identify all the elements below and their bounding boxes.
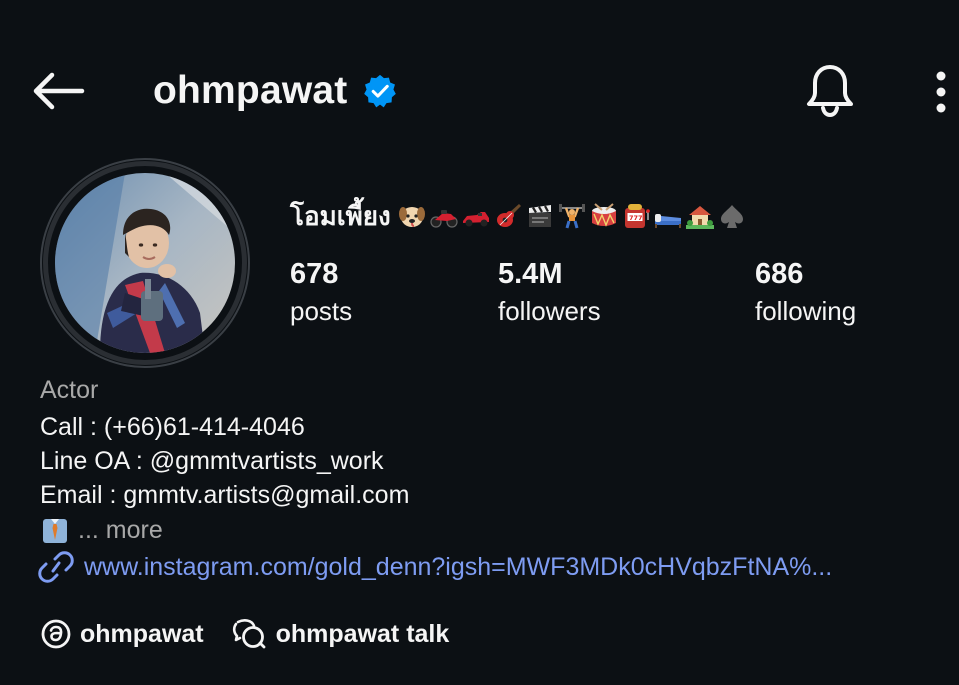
threads-profile-link[interactable]: ohmpawat xyxy=(40,618,204,650)
clapper-board-icon xyxy=(525,201,555,231)
following-count: 686 xyxy=(755,258,804,290)
profile-link-text: www.instagram.com/gold_denn?igsh=MWF3MDk… xyxy=(84,552,833,581)
avatar xyxy=(55,173,235,353)
bio-more-text: ... more xyxy=(78,515,163,544)
motorcycle-icon xyxy=(429,201,459,231)
talk-label: ohmpawat talk xyxy=(275,619,450,648)
weight-lifter-icon xyxy=(557,201,587,231)
spade-suit-icon xyxy=(717,201,747,231)
posts-count: 678 xyxy=(290,258,339,290)
guitar-icon xyxy=(493,201,523,231)
more-vertical-icon xyxy=(936,71,946,113)
display-name: โอมเพี้ยง 777 xyxy=(290,196,747,236)
avatar-photo xyxy=(55,173,235,353)
following-count-button[interactable]: 686 following xyxy=(755,256,856,328)
drum-icon xyxy=(589,201,619,231)
following-label: following xyxy=(755,296,857,326)
race-car-icon xyxy=(461,201,491,231)
necktie-shirt-icon xyxy=(43,519,67,543)
profile-header-title: ohmpawat xyxy=(153,66,397,116)
bell-icon xyxy=(807,65,853,117)
house-garden-icon xyxy=(685,201,715,231)
chat-bubbles-icon xyxy=(232,619,266,649)
username: ohmpawat xyxy=(153,69,348,112)
profile-link[interactable]: www.instagram.com/gold_denn?igsh=MWF3MDk… xyxy=(38,550,832,584)
bio-phone: Call : (+66)61-414-4046 xyxy=(40,413,305,441)
bio-email: Email : gmmtv.artists@gmail.com xyxy=(40,481,410,509)
svg-text:777: 777 xyxy=(629,214,643,222)
dog-face-icon xyxy=(397,201,427,231)
threads-icon xyxy=(41,619,71,649)
back-button[interactable] xyxy=(28,66,88,116)
verified-badge-icon xyxy=(364,74,397,108)
posts-label: posts xyxy=(290,296,353,326)
followers-count-button[interactable]: 5.4M followers xyxy=(498,256,601,328)
followers-label: followers xyxy=(498,296,601,326)
bottom-fade xyxy=(0,669,959,685)
link-chain-icon xyxy=(38,551,74,583)
display-name-text: โอมเพี้ยง xyxy=(290,201,391,232)
more-options-button[interactable] xyxy=(926,64,956,120)
posts-count-button[interactable]: 678 posts xyxy=(290,256,352,328)
display-name-emojis: 777 xyxy=(397,201,747,231)
notifications-button[interactable] xyxy=(800,60,860,120)
arrow-left-icon xyxy=(33,72,85,110)
profile-external-links: ohmpawat ohmpawat talk xyxy=(40,614,449,654)
slot-machine-icon: 777 xyxy=(621,201,651,231)
bio-line-oa: Line OA : @gmmtvartists_work xyxy=(40,447,384,475)
bed-icon xyxy=(653,201,683,231)
followers-count: 5.4M xyxy=(498,258,563,290)
talk-link[interactable]: ohmpawat talk xyxy=(232,618,450,650)
bio-more-button[interactable]: ... more xyxy=(40,514,163,546)
threads-label: ohmpawat xyxy=(80,619,204,648)
profile-category: Actor xyxy=(40,376,99,404)
profile-avatar-button[interactable] xyxy=(40,158,250,368)
